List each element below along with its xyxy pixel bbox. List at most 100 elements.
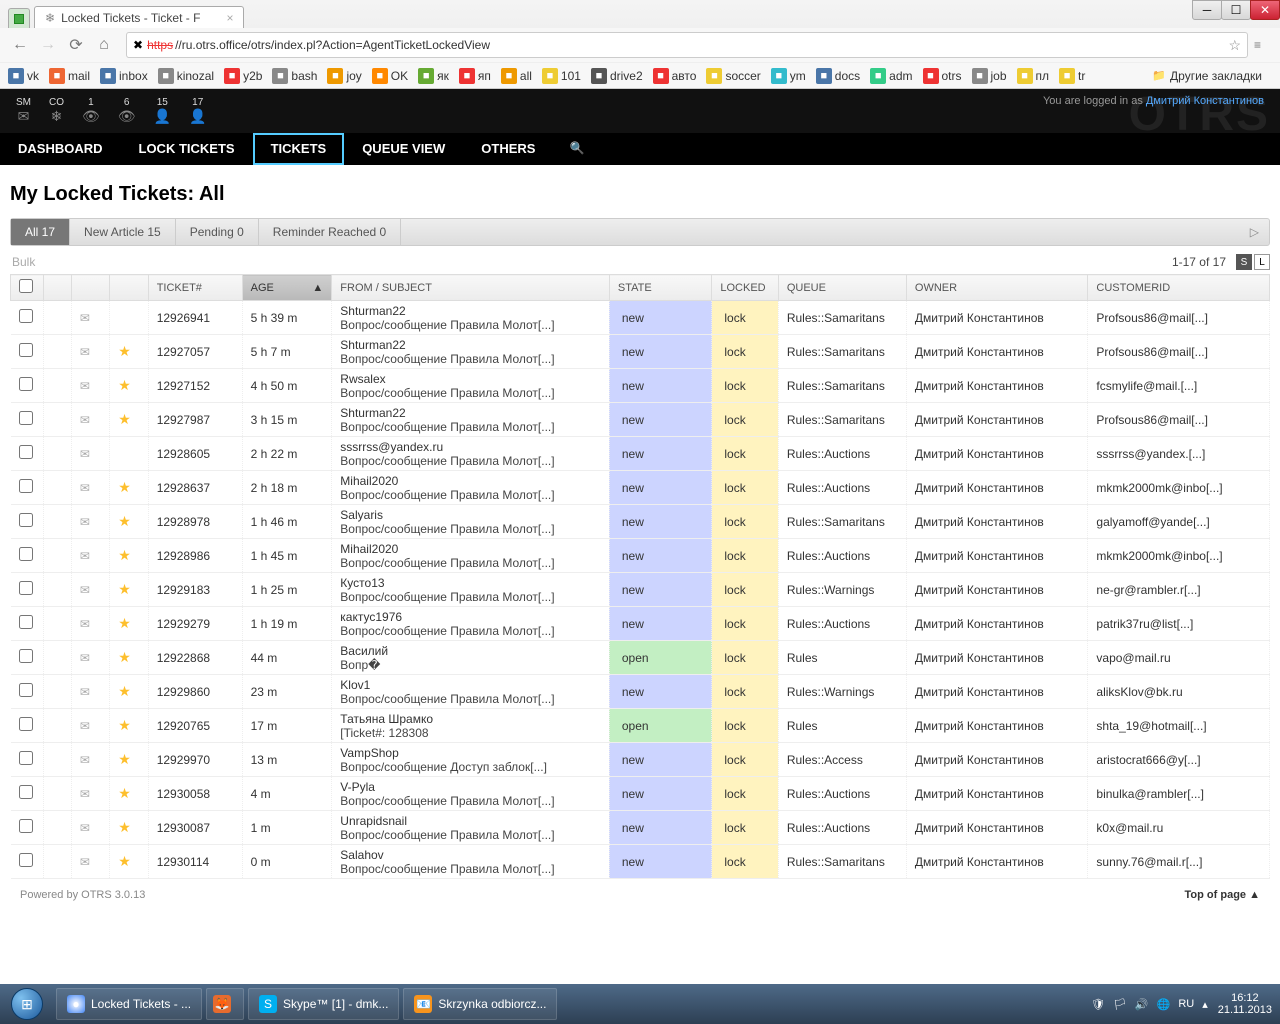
col-header[interactable] <box>71 275 109 301</box>
row-checkbox[interactable] <box>19 615 33 629</box>
filter-tab[interactable]: Pending 0 <box>176 219 259 245</box>
nav-queue-view[interactable]: QUEUE VIEW <box>344 133 463 165</box>
taskbar-item[interactable]: ●Locked Tickets - ... <box>56 988 202 1020</box>
maximize-button[interactable]: ☐ <box>1221 0 1251 20</box>
table-row[interactable]: ✉★1292986023 mKlov1Вопрос/сообщение Прав… <box>11 675 1270 709</box>
table-row[interactable]: ✉★129300871 mUnrapidsnailВопрос/сообщени… <box>11 811 1270 845</box>
select-all-checkbox[interactable] <box>19 279 33 293</box>
table-row[interactable]: ✉129269415 h 39 mShturman22Вопрос/сообще… <box>11 301 1270 335</box>
nav-others[interactable]: OTHERS <box>463 133 553 165</box>
row-checkbox[interactable] <box>19 649 33 663</box>
star-icon[interactable]: ★ <box>118 751 131 767</box>
tray-network-icon[interactable]: 🌐 <box>1157 998 1171 1011</box>
row-checkbox[interactable] <box>19 751 33 765</box>
row-checkbox[interactable] <box>19 377 33 391</box>
tab-pinned[interactable] <box>8 8 30 28</box>
table-row[interactable]: ✉129286052 h 22 msssrrss@yandex.ruВопрос… <box>11 437 1270 471</box>
table-row[interactable]: ✉★129289861 h 45 mMihail2020Вопрос/сообщ… <box>11 539 1270 573</box>
star-icon[interactable]: ★ <box>118 513 131 529</box>
filter-tab[interactable]: All 17 <box>11 219 70 245</box>
col-header[interactable]: TICKET# <box>148 275 242 301</box>
bookmark-job[interactable]: ■job <box>972 68 1007 84</box>
row-checkbox[interactable] <box>19 581 33 595</box>
browser-menu-icon[interactable]: ≡ <box>1254 38 1272 52</box>
table-row[interactable]: ✉★129286372 h 18 mMihail2020Вопрос/сообщ… <box>11 471 1270 505</box>
star-icon[interactable]: ★ <box>118 615 131 631</box>
col-header[interactable]: STATE <box>609 275 711 301</box>
filter-tab[interactable]: Reminder Reached 0 <box>259 219 401 245</box>
star-icon[interactable]: ★ <box>118 411 131 427</box>
row-checkbox[interactable] <box>19 513 33 527</box>
table-row[interactable]: ✉★129291831 h 25 mКусто13Вопрос/сообщени… <box>11 573 1270 607</box>
star-icon[interactable]: ★ <box>118 853 131 869</box>
row-checkbox[interactable] <box>19 479 33 493</box>
row-checkbox[interactable] <box>19 785 33 799</box>
close-tab-icon[interactable]: × <box>226 11 233 25</box>
col-header[interactable]: QUEUE <box>778 275 906 301</box>
star-icon[interactable]: ★ <box>118 717 131 733</box>
bookmark-y2b[interactable]: ■y2b <box>224 68 262 84</box>
star-icon[interactable]: ★ <box>118 547 131 563</box>
col-header[interactable]: FROM / SUBJECT <box>332 275 610 301</box>
tray-volume-icon[interactable]: 🔊 <box>1135 998 1149 1011</box>
star-icon[interactable]: ★ <box>118 649 131 665</box>
nav-dashboard[interactable]: DASHBOARD <box>0 133 121 165</box>
row-checkbox[interactable] <box>19 343 33 357</box>
taskbar-item[interactable]: 📧Skrzynka odbiorcz... <box>403 988 557 1020</box>
table-row[interactable]: ✉★129301140 mSalahovВопрос/сообщение Пра… <box>11 845 1270 879</box>
back-button[interactable]: ← <box>8 33 32 57</box>
bookmark-star-icon[interactable]: ☆ <box>1228 37 1241 54</box>
tray-chevron-icon[interactable]: ▴ <box>1202 998 1208 1011</box>
taskbar-item[interactable]: 🦊 <box>206 988 244 1020</box>
bookmark-all[interactable]: ■all <box>501 68 532 84</box>
col-header[interactable]: AGE ▲ <box>242 275 332 301</box>
table-row[interactable]: ✉★129271524 h 50 mRwsalexВопрос/сообщени… <box>11 369 1270 403</box>
bookmark-як[interactable]: ■як <box>418 68 449 84</box>
user-link[interactable]: Дмитрий Константинов <box>1146 95 1264 107</box>
bookmark-joy[interactable]: ■joy <box>327 68 361 84</box>
filter-tab[interactable]: New Article 15 <box>70 219 176 245</box>
header-stat[interactable]: 6👁 <box>118 97 136 125</box>
minimize-button[interactable]: ─ <box>1192 0 1222 20</box>
star-icon[interactable]: ★ <box>118 819 131 835</box>
table-row[interactable]: ✉★1292997013 mVampShopВопрос/сообщение Д… <box>11 743 1270 777</box>
table-row[interactable]: ✉★129270575 h 7 mShturman22Вопрос/сообще… <box>11 335 1270 369</box>
close-button[interactable]: ✕ <box>1250 0 1280 20</box>
bookmark-mail[interactable]: ■mail <box>49 68 90 84</box>
row-checkbox[interactable] <box>19 717 33 731</box>
view-small[interactable]: S <box>1236 254 1252 270</box>
reload-button[interactable]: ⟳ <box>64 33 88 57</box>
row-checkbox[interactable] <box>19 411 33 425</box>
header-stat[interactable]: 15👤 <box>154 97 171 125</box>
bookmark-bash[interactable]: ■bash <box>272 68 317 84</box>
other-bookmarks[interactable]: 📁Другие закладки <box>1151 68 1262 84</box>
col-header[interactable]: LOCKED <box>712 275 778 301</box>
taskbar-item[interactable]: SSkype™ [1] - dmk... <box>248 988 399 1020</box>
table-row[interactable]: ✉★129279873 h 15 mShturman22Вопрос/сообщ… <box>11 403 1270 437</box>
col-header[interactable]: OWNER <box>906 275 1087 301</box>
header-stat[interactable]: CO❄ <box>49 97 64 125</box>
table-row[interactable]: ✉★1292286844 mВасилийВопр�openlockRulesД… <box>11 641 1270 675</box>
bookmark-inbox[interactable]: ■inbox <box>100 68 148 84</box>
tray-lang[interactable]: RU <box>1178 998 1194 1010</box>
row-checkbox[interactable] <box>19 853 33 867</box>
col-header[interactable] <box>11 275 44 301</box>
bookmark-vk[interactable]: ■vk <box>8 68 39 84</box>
view-large[interactable]: L <box>1254 254 1270 270</box>
bookmark-пл[interactable]: ■пл <box>1017 68 1050 84</box>
tab-active[interactable]: ❄ Locked Tickets - Ticket - F × <box>34 6 244 28</box>
top-of-page-link[interactable]: Top of page ▲ <box>1185 889 1260 901</box>
header-stat[interactable]: 17👤 <box>189 97 206 125</box>
tray-shield-icon[interactable]: 🛡 <box>1091 998 1105 1011</box>
tray-flag-icon[interactable]: 🏳 <box>1113 998 1127 1011</box>
bookmark-ym[interactable]: ■ym <box>771 68 806 84</box>
row-checkbox[interactable] <box>19 547 33 561</box>
table-row[interactable]: ✉★129300584 mV-PylaВопрос/сообщение Прав… <box>11 777 1270 811</box>
forward-button[interactable]: → <box>36 33 60 57</box>
col-header[interactable]: CUSTOMERID <box>1088 275 1270 301</box>
bookmark-OK[interactable]: ■OK <box>372 68 408 84</box>
bulk-action[interactable]: Bulk <box>12 255 35 269</box>
star-icon[interactable]: ★ <box>118 479 131 495</box>
bookmark-docs[interactable]: ■docs <box>816 68 860 84</box>
star-icon[interactable]: ★ <box>118 377 131 393</box>
